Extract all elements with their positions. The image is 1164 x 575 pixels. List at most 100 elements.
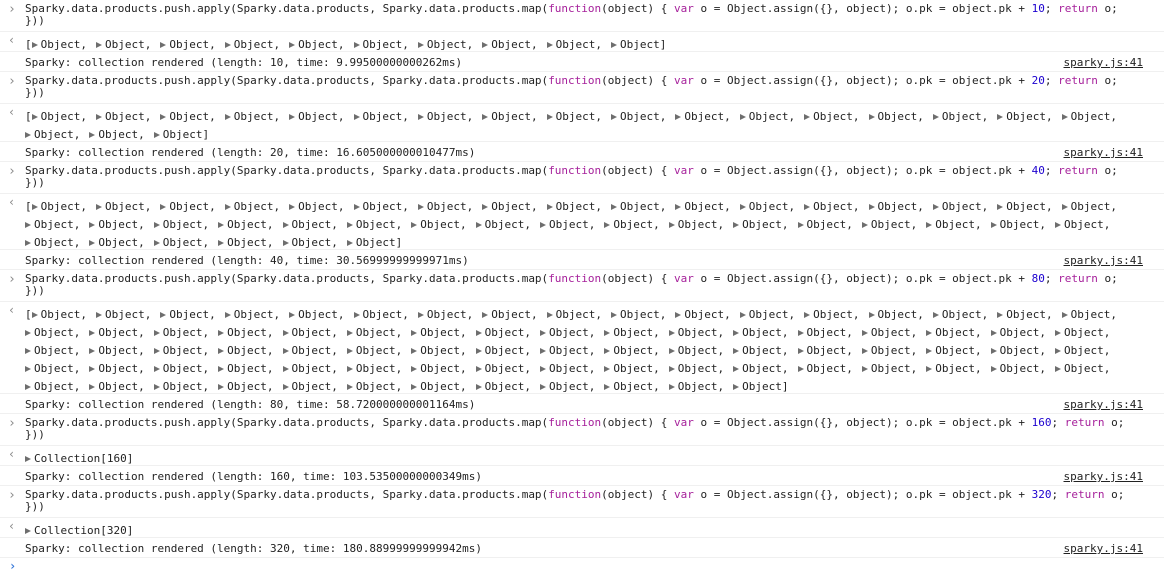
object-item[interactable]: Object, — [546, 198, 602, 216]
object-item[interactable]: Object, — [861, 324, 917, 342]
disclosure-triangle-icon[interactable] — [475, 330, 482, 336]
disclosure-triangle-icon[interactable] — [224, 42, 231, 48]
object-item[interactable]: Object, — [733, 342, 789, 360]
disclosure-triangle-icon[interactable] — [25, 240, 31, 246]
disclosure-triangle-icon[interactable] — [282, 384, 289, 390]
object-item[interactable]: Object, — [675, 306, 731, 324]
disclosure-triangle-icon[interactable] — [604, 330, 611, 336]
object-item[interactable]: Object, — [675, 198, 731, 216]
object-item[interactable]: Object, — [353, 108, 409, 126]
disclosure-triangle-icon[interactable] — [797, 222, 804, 228]
object-item[interactable]: Object, — [668, 342, 724, 360]
disclosure-triangle-icon[interactable] — [153, 222, 160, 228]
disclosure-triangle-icon[interactable] — [160, 312, 167, 318]
object-item[interactable]: Object, — [289, 36, 345, 54]
disclosure-triangle-icon[interactable] — [546, 312, 553, 318]
object-item[interactable]: Object, — [475, 360, 531, 378]
object-item[interactable]: Object, — [346, 216, 402, 234]
object-item[interactable]: Object, — [611, 108, 666, 126]
disclosure-triangle-icon[interactable] — [218, 384, 225, 390]
object-item[interactable]: Object, — [482, 198, 538, 216]
disclosure-triangle-icon[interactable] — [346, 384, 353, 390]
result-value[interactable]: [Object, Object, Object, Object, Object, Obje… — [25, 36, 1145, 54]
result-value[interactable]: [Object, Object, Object, Object, Object, Obje… — [25, 306, 1145, 396]
console-command-entry[interactable]: › Sparky.data.products.push.apply(Sparky.… — [0, 164, 1164, 194]
object-item[interactable]: Object, — [990, 324, 1046, 342]
disclosure-triangle-icon[interactable] — [353, 204, 360, 210]
object-item[interactable]: Object, — [96, 306, 151, 324]
object-item[interactable]: Object, — [604, 360, 660, 378]
disclosure-triangle-icon[interactable] — [668, 222, 675, 228]
object-item[interactable]: Object, — [797, 216, 853, 234]
disclosure-triangle-icon[interactable] — [411, 384, 418, 390]
disclosure-triangle-icon[interactable] — [153, 240, 160, 246]
object-item[interactable]: Object, — [932, 306, 988, 324]
disclosure-triangle-icon[interactable] — [1061, 204, 1068, 210]
object-item[interactable]: Object, — [861, 216, 917, 234]
disclosure-triangle-icon[interactable] — [926, 330, 933, 336]
object-item[interactable]: Object, — [224, 306, 280, 324]
disclosure-triangle-icon[interactable] — [990, 222, 997, 228]
disclosure-triangle-icon[interactable] — [540, 384, 546, 390]
object-item[interactable]: Object, — [153, 378, 209, 396]
object-item[interactable]: Object, — [282, 234, 338, 252]
source-link[interactable]: sparky.js:41 — [1064, 254, 1143, 267]
disclosure-triangle-icon[interactable] — [31, 312, 38, 318]
disclosure-triangle-icon[interactable] — [861, 222, 868, 228]
disclosure-triangle-icon[interactable] — [926, 348, 933, 354]
object-item[interactable]: Object, — [282, 378, 338, 396]
object-item[interactable]: Object, — [546, 108, 602, 126]
object-item[interactable]: Object, — [160, 306, 216, 324]
disclosure-triangle-icon[interactable] — [31, 114, 38, 120]
disclosure-triangle-icon[interactable] — [604, 366, 611, 372]
disclosure-triangle-icon[interactable] — [804, 114, 811, 120]
object-item[interactable]: Object, — [990, 342, 1046, 360]
disclosure-triangle-icon[interactable] — [346, 366, 353, 372]
object-item[interactable]: Object, — [411, 324, 467, 342]
disclosure-triangle-icon[interactable] — [540, 348, 546, 354]
object-item[interactable]: Object, — [89, 360, 145, 378]
object-item[interactable]: Object, — [604, 216, 660, 234]
disclosure-triangle-icon[interactable] — [932, 204, 939, 210]
disclosure-triangle-icon[interactable] — [153, 348, 160, 354]
object-item[interactable]: Object, — [218, 216, 274, 234]
object-item[interactable]: Object, — [31, 198, 87, 216]
object-item[interactable]: Object, — [89, 378, 145, 396]
object-item[interactable]: Object, — [160, 36, 216, 54]
disclosure-triangle-icon[interactable] — [611, 312, 617, 318]
disclosure-triangle-icon[interactable] — [25, 456, 31, 462]
object-item[interactable]: Object, — [546, 36, 602, 54]
object-item[interactable]: Object, — [96, 108, 151, 126]
object-item[interactable]: Object, — [224, 36, 280, 54]
object-item[interactable]: Object] — [611, 36, 666, 54]
collection-item[interactable]: Collection[320] — [25, 522, 133, 540]
disclosure-triangle-icon[interactable] — [224, 312, 231, 318]
disclosure-triangle-icon[interactable] — [282, 240, 289, 246]
disclosure-triangle-icon[interactable] — [540, 366, 546, 372]
object-item[interactable]: Object, — [932, 108, 988, 126]
disclosure-triangle-icon[interactable] — [868, 312, 875, 318]
disclosure-triangle-icon[interactable] — [990, 366, 997, 372]
disclosure-triangle-icon[interactable] — [411, 366, 418, 372]
disclosure-triangle-icon[interactable] — [153, 132, 160, 138]
disclosure-triangle-icon[interactable] — [668, 348, 675, 354]
disclosure-triangle-icon[interactable] — [89, 348, 96, 354]
object-item[interactable]: Object, — [797, 360, 853, 378]
disclosure-triangle-icon[interactable] — [611, 204, 617, 210]
object-item[interactable]: Object, — [25, 324, 80, 342]
object-item[interactable]: Object, — [926, 324, 982, 342]
object-item[interactable]: Object, — [868, 306, 924, 324]
object-item[interactable]: Object, — [1055, 216, 1110, 234]
disclosure-triangle-icon[interactable] — [675, 312, 682, 318]
object-item[interactable]: Object, — [218, 378, 274, 396]
disclosure-triangle-icon[interactable] — [25, 330, 31, 336]
object-item[interactable]: Object, — [861, 360, 917, 378]
disclosure-triangle-icon[interactable] — [668, 330, 675, 336]
object-item[interactable]: Object, — [797, 342, 853, 360]
disclosure-triangle-icon[interactable] — [1061, 114, 1068, 120]
object-item[interactable]: Object, — [739, 108, 795, 126]
disclosure-triangle-icon[interactable] — [546, 42, 553, 48]
object-item[interactable]: Object, — [1061, 198, 1117, 216]
disclosure-triangle-icon[interactable] — [861, 348, 868, 354]
object-item[interactable]: Object, — [482, 306, 538, 324]
